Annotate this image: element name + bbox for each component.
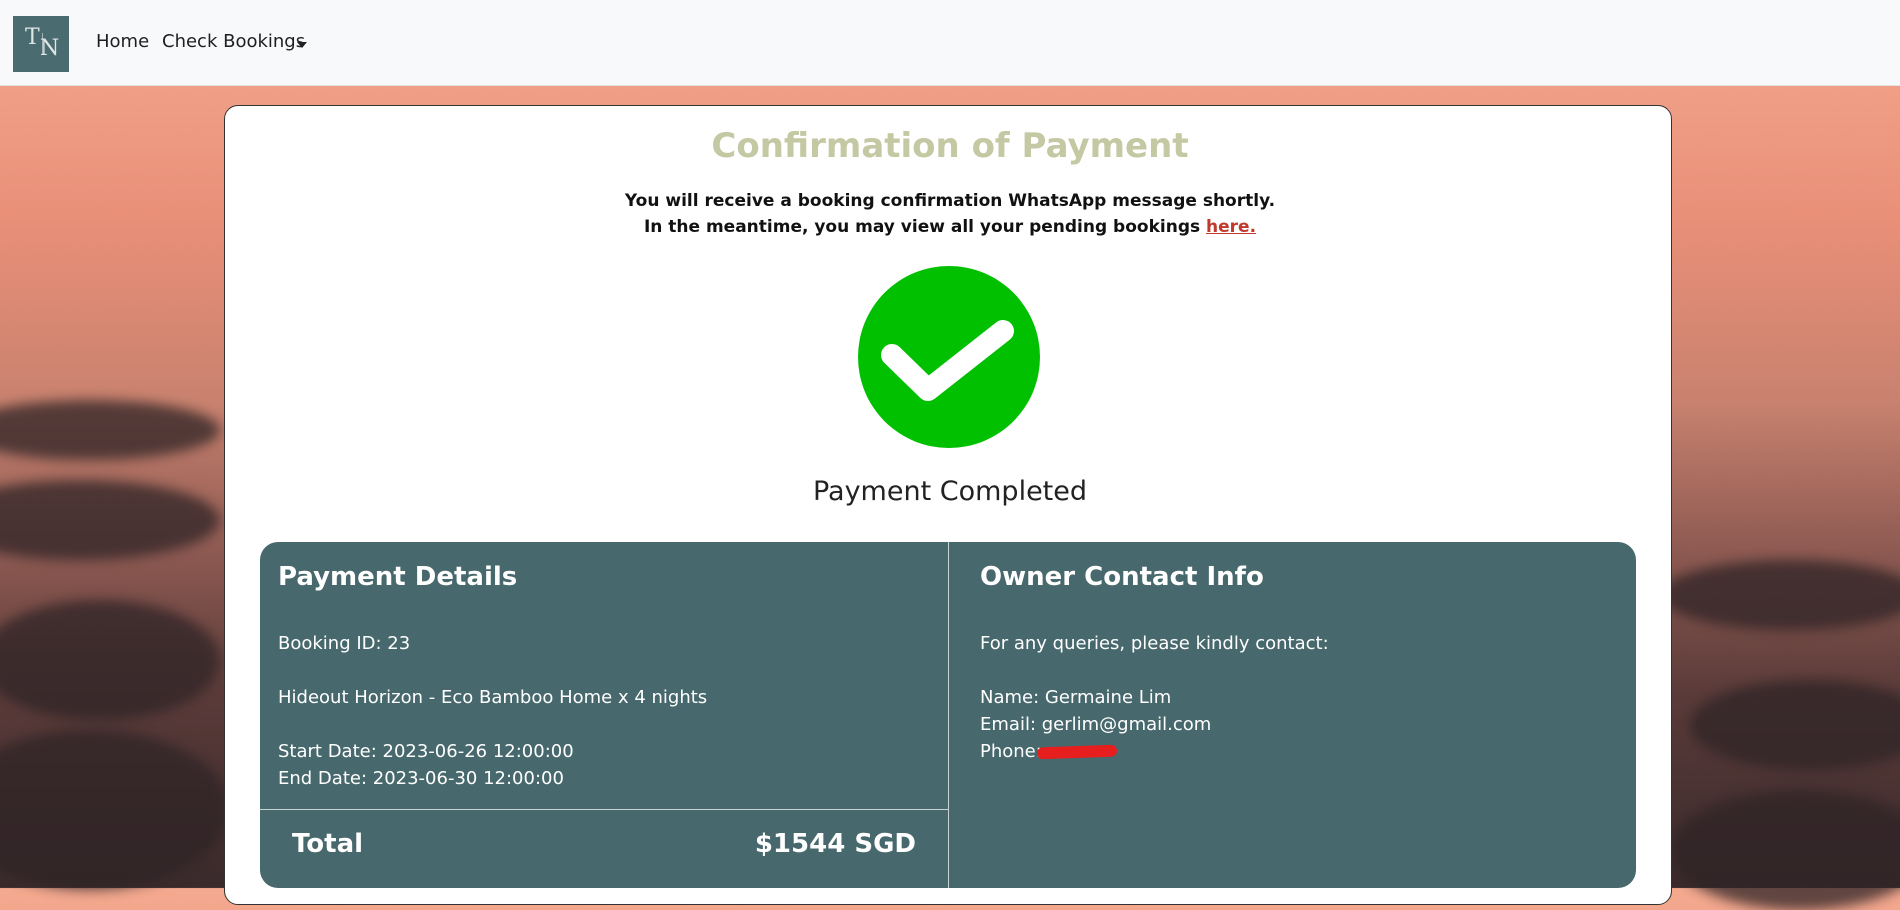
payment-details-title: Payment Details (278, 562, 518, 592)
listing-name: Hideout Horizon - Eco Bamboo Home x 4 ni… (278, 687, 708, 708)
pending-bookings-message: In the meantime, you may view all your p… (0, 217, 1900, 237)
start-date: Start Date: 2023-06-26 12:00:00 (278, 741, 574, 762)
background-cloud (1690, 680, 1900, 770)
booking-id: Booking ID: 23 (278, 633, 411, 654)
background-cloud (1660, 560, 1900, 630)
navbar: T N Home Check Bookings (0, 0, 1900, 86)
owner-contact-title: Owner Contact Info (980, 562, 1264, 592)
nav-check-bookings-dropdown[interactable]: Check Bookings (162, 31, 305, 52)
end-date: End Date: 2023-06-30 12:00:00 (278, 768, 564, 789)
panel-horizontal-divider (260, 809, 948, 810)
page-title: Confirmation of Payment (711, 126, 1189, 166)
pending-bookings-link[interactable]: here. (1206, 217, 1256, 237)
panel-vertical-divider (948, 542, 949, 888)
owner-contact-intro: For any queries, please kindly contact: (980, 633, 1329, 654)
logo-letter-n: N (40, 36, 60, 61)
payment-status-text: Payment Completed (812, 476, 1088, 507)
details-panel: Payment Details Booking ID: 23 Hideout H… (260, 542, 1636, 888)
brand-logo[interactable]: T N (13, 16, 69, 72)
checkmark-icon (881, 320, 1014, 401)
owner-phone-label: Phone: (980, 741, 1042, 762)
nav-home-link[interactable]: Home (96, 31, 149, 52)
owner-email: Email: gerlim@gmail.com (980, 714, 1212, 735)
logo-letter-t: T (25, 25, 40, 50)
whatsapp-message-text: You will receive a booking confirmation … (624, 191, 1276, 211)
background-cloud (0, 400, 220, 460)
background-cloud (0, 730, 230, 890)
background-cloud (0, 600, 220, 720)
check-circle-icon (858, 266, 1040, 448)
owner-name: Name: Germaine Lim (980, 687, 1172, 708)
pending-bookings-text: In the meantime, you may view all your p… (643, 217, 1201, 237)
chevron-down-icon[interactable] (297, 42, 307, 48)
background-cloud (1670, 790, 1900, 910)
total-value: $1544 SGD (754, 829, 916, 859)
total-label: Total (292, 829, 364, 859)
